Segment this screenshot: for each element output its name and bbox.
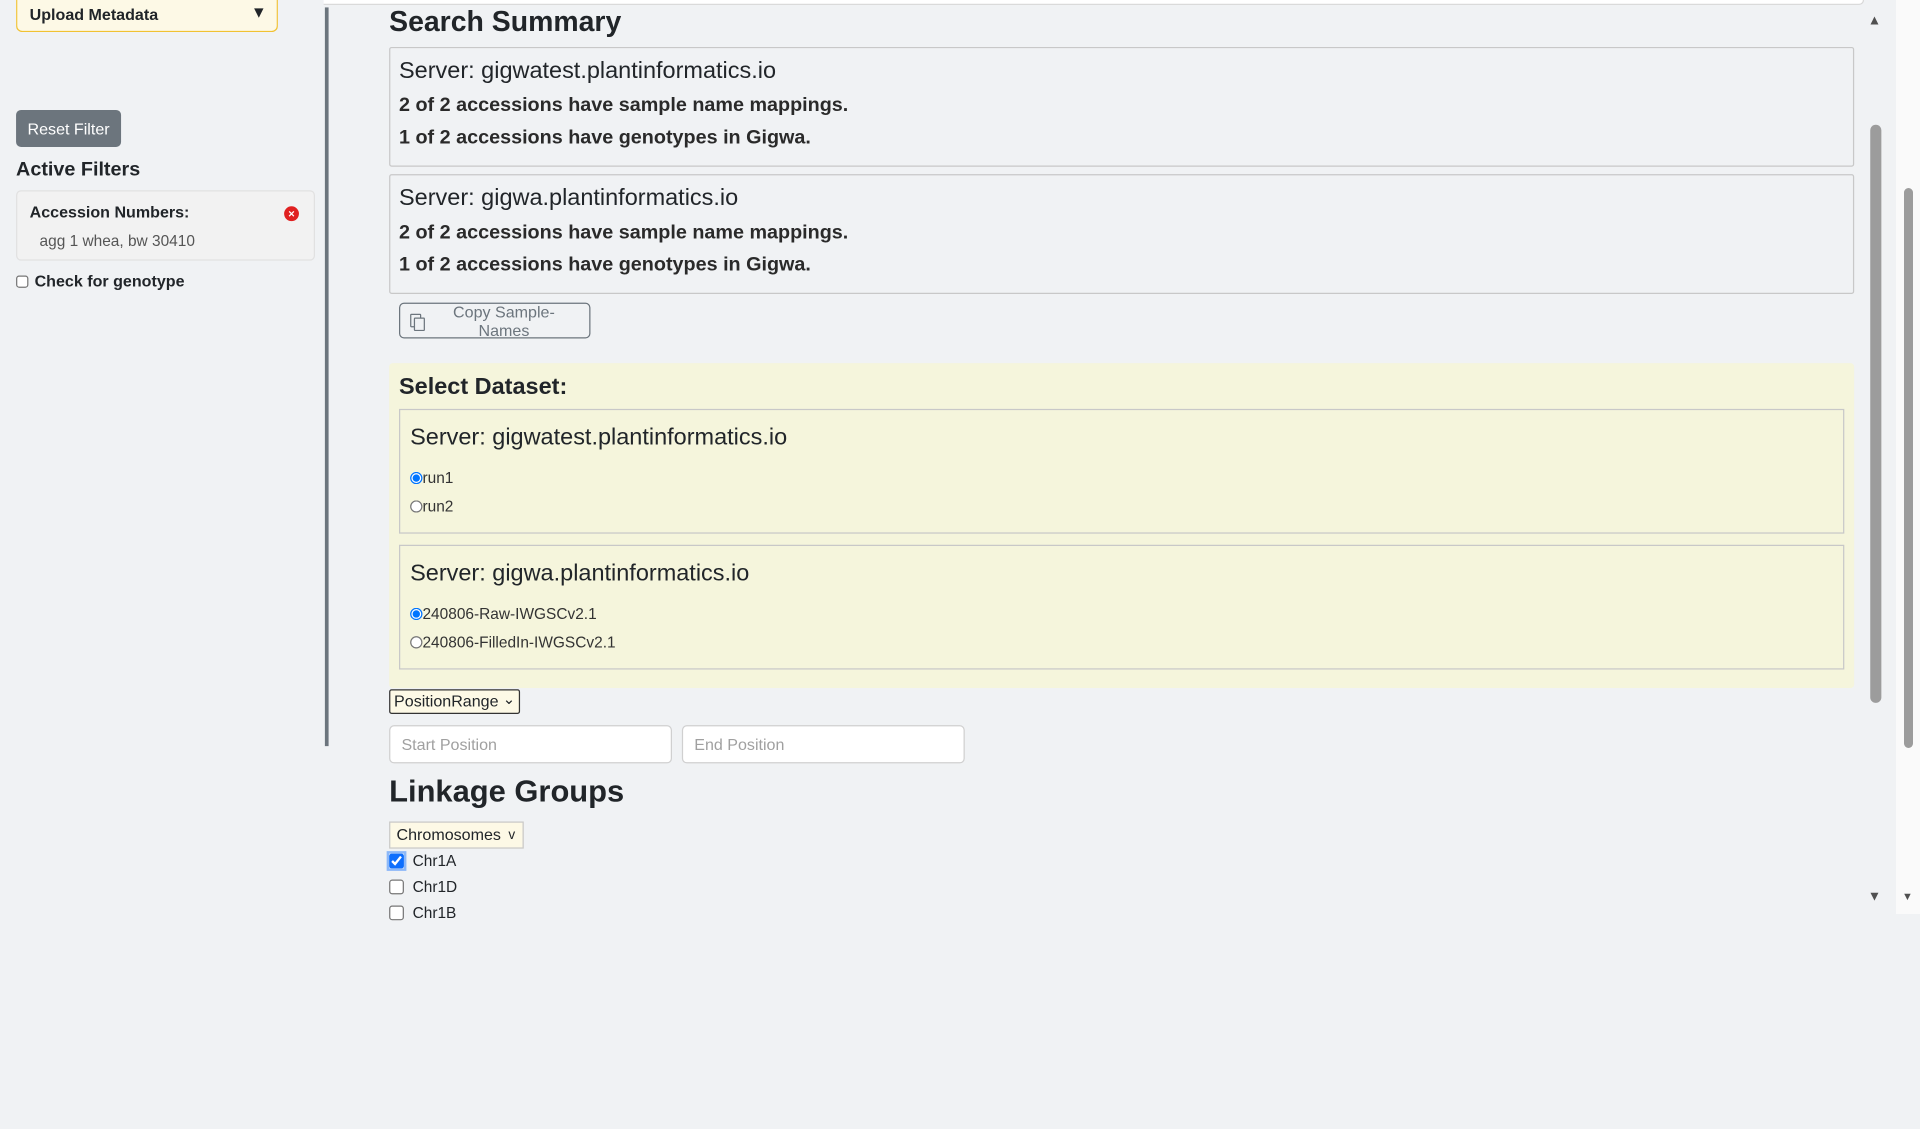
dataset-radio[interactable] [410,607,423,621]
page-scroll-down-icon[interactable]: ▼ [1902,891,1913,903]
chromosome-label: Chr1A [412,852,457,870]
copy-icon [410,313,425,331]
copy-sample-names-label: Copy Sample-Names [453,302,555,340]
dataset-option[interactable]: 240806-Raw-IWGSCv2.1 [410,605,597,623]
summary-mappings-text: 2 of 2 accessions have sample name mappi… [399,222,849,244]
dataset-server-box: Server: gigwatest.plantinformatics.io ru… [399,408,1845,534]
check-genotype-label: Check for genotype [34,271,185,291]
content-scrollbar[interactable]: ▲ ▼ [1864,7,1889,909]
chromosomes-label: Chromosomes [396,825,501,844]
app-root: Upload Metadata ▼ Reset Filter Active Fi… [0,0,1920,1129]
chromosome-item[interactable]: Chr1A [386,851,457,871]
active-filters-title: Active Filters [16,159,141,181]
upload-metadata-dropdown[interactable]: Upload Metadata ▼ [16,0,278,33]
sidebar: Upload Metadata ▼ Reset Filter Active Fi… [0,0,324,747]
position-range-select[interactable]: PositionRange ⌄ [389,689,521,715]
select-dataset-panel: Select Dataset: Server: gigwatest.planti… [389,363,1855,689]
start-position-input[interactable] [389,725,673,764]
dataset-radio[interactable] [410,471,423,485]
end-position-input[interactable] [681,725,965,764]
dataset-option-label: 240806-Raw-IWGSCv2.1 [422,605,597,623]
chromosomes-select[interactable]: Chromosomes v [389,821,524,849]
chromosome-item[interactable]: Chr1D [389,878,458,896]
dataset-option[interactable]: run1 [410,469,454,487]
upload-metadata-label: Upload Metadata [29,4,159,24]
chevron-down-icon: ⌄ [502,690,516,708]
chromosome-label: Chr1B [412,904,457,922]
select-dataset-title: Select Dataset: [399,374,568,401]
dataset-radio[interactable] [410,500,423,513]
chromosome-item[interactable]: Chr1B [389,904,457,922]
reset-filter-button[interactable]: Reset Filter [16,109,122,148]
dataset-server-title: Server: gigwatest.plantinformatics.io [410,424,788,451]
dataset-option-label: run2 [422,497,454,516]
dataset-server-title: Server: gigwa.plantinformatics.io [410,560,750,587]
copy-sample-names-button[interactable]: Copy Sample-Names [399,302,591,340]
position-range-label: PositionRange [394,691,499,711]
chromosome-checkbox[interactable] [389,905,404,921]
chromosome-checkbox[interactable] [389,879,404,895]
dataset-radio[interactable] [410,636,423,649]
dataset-option-label: run1 [422,469,454,487]
dataset-server-box: Server: gigwa.plantinformatics.io 240806… [399,544,1845,670]
summary-genotypes-text: 1 of 2 accessions have genotypes in Gigw… [399,127,811,149]
summary-server-box: Server: gigwa.plantinformatics.io 2 of 2… [389,174,1855,295]
filter-label: Accession Numbers: [29,202,190,222]
summary-genotypes-text: 1 of 2 accessions have genotypes in Gigw… [399,254,811,276]
summary-mappings-text: 2 of 2 accessions have sample name mappi… [399,95,849,117]
sidebar-divider[interactable] [324,7,329,747]
scroll-up-icon[interactable]: ▲ [1868,14,1881,29]
summary-server-title: Server: gigwa.plantinformatics.io [399,185,739,212]
scrollbar-thumb[interactable] [1870,124,1882,703]
check-genotype-option[interactable]: Check for genotype [16,271,185,291]
chromosome-checkbox[interactable] [386,851,407,871]
dropdown-caret-icon: ▼ [250,2,267,22]
search-summary-title: Search Summary [389,4,622,38]
chromosome-label: Chr1D [412,878,458,896]
summary-server-title: Server: gigwatest.plantinformatics.io [399,58,776,85]
dataset-option-label: 240806-FilledIn-IWGSCv2.1 [422,633,616,652]
scroll-down-icon[interactable]: ▼ [1868,889,1881,904]
page-scrollbar[interactable]: ▼ [1896,0,1920,914]
remove-filter-icon[interactable]: × [284,206,299,222]
linkage-groups-title: Linkage Groups [389,774,625,810]
filter-value: agg 1 whea, bw 30410 [39,232,195,250]
active-filter-card: Accession Numbers: agg 1 whea, bw 30410 … [16,190,316,261]
dataset-option[interactable]: run2 [410,498,453,515]
dataset-option[interactable]: 240806-FilledIn-IWGSCv2.1 [410,633,616,652]
chevron-down-icon: v [508,827,516,843]
page-scrollbar-thumb[interactable] [1904,188,1913,748]
summary-server-box: Server: gigwatest.plantinformatics.io 2 … [389,46,1855,167]
check-genotype-checkbox[interactable] [16,274,29,288]
